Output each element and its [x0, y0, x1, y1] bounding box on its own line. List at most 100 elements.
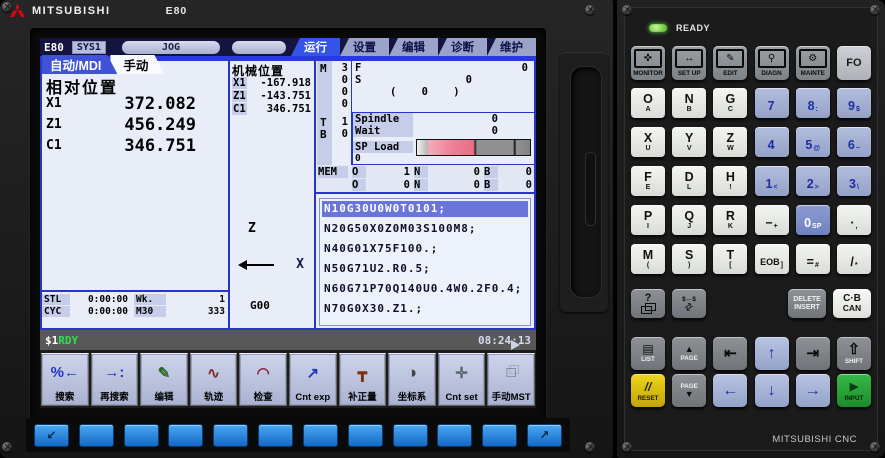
- key-G-C[interactable]: GC: [713, 88, 747, 118]
- tab-maintenance[interactable]: 维护: [487, 38, 536, 56]
- key-sub: $: [856, 106, 860, 113]
- key-M-paren-open[interactable]: M(: [631, 244, 665, 274]
- menu-left-key[interactable]: ↙: [34, 424, 69, 447]
- softkey-compensation[interactable]: ┳ 补正量: [339, 353, 387, 406]
- menu-right-key[interactable]: ↗: [527, 424, 562, 447]
- cursor-left-key[interactable]: ←: [713, 374, 747, 407]
- menu-key-10[interactable]: [482, 424, 517, 447]
- softkey-counter-set[interactable]: ✛ Cnt set: [438, 353, 486, 406]
- key-6-tilde[interactable]: 6~: [837, 127, 871, 157]
- model-label: E80: [166, 5, 188, 17]
- key-8-colon[interactable]: 8:: [796, 88, 830, 118]
- m-value: 3: [318, 62, 348, 74]
- diagnosis-key[interactable]: ⚲ DIAGN: [755, 46, 789, 80]
- menu-key-1[interactable]: [79, 424, 114, 447]
- key-main: G: [726, 93, 736, 105]
- edit-key[interactable]: ✎ EDIT: [713, 46, 747, 80]
- key-2-gt[interactable]: 2>: [796, 166, 830, 196]
- cursor-home-key[interactable]: ⇤: [713, 337, 747, 370]
- cursor-end-key[interactable]: ⇥: [796, 337, 830, 370]
- softkey-manual-mst[interactable]: □ 手动MST: [487, 353, 535, 406]
- key-eob[interactable]: EOB]: [755, 244, 789, 274]
- key-3-backslash[interactable]: 3\: [837, 166, 871, 196]
- delete-insert-key[interactable]: DELETE INSERT: [788, 289, 826, 318]
- list-key[interactable]: ▤ LIST: [631, 337, 665, 370]
- menu-key-4[interactable]: [213, 424, 248, 447]
- key-1-lt[interactable]: 1<: [755, 166, 789, 196]
- softkey-research[interactable]: →: 再搜索: [91, 353, 139, 406]
- subtab-auto-mdi[interactable]: 自动/MDI: [42, 55, 117, 74]
- subtab-manual[interactable]: 手动: [110, 55, 164, 74]
- key-main: =: [807, 256, 814, 268]
- softkey-coordinate-system[interactable]: ◑ 坐标系: [388, 353, 436, 406]
- check-path-icon: ◠: [257, 354, 270, 391]
- input-key[interactable]: ▶ INPUT: [837, 374, 871, 407]
- key-X-U[interactable]: XU: [631, 127, 665, 157]
- menu-key-8[interactable]: [393, 424, 428, 447]
- cursor-down-key[interactable]: ↓: [755, 374, 789, 407]
- menu-key-6[interactable]: [303, 424, 338, 447]
- program-line: N70G0X30.Z1.;: [322, 301, 528, 321]
- key-P-I[interactable]: PI: [631, 205, 665, 235]
- key-equals-hash[interactable]: =#: [796, 244, 830, 274]
- menu-key-5[interactable]: [258, 424, 293, 447]
- cancel-key[interactable]: C·B CAN: [833, 289, 871, 318]
- tab-run[interactable]: 运行: [291, 38, 340, 56]
- reset-key[interactable]: // RESET: [631, 374, 665, 407]
- tool-compensation-icon: ┳: [358, 354, 367, 391]
- tab-edit[interactable]: 编辑: [389, 38, 438, 56]
- softkey-search[interactable]: %← 搜索: [41, 353, 89, 406]
- key-Y-V[interactable]: YV: [672, 127, 706, 157]
- softkey-edit[interactable]: ✎ 编辑: [140, 353, 188, 406]
- magnifier-icon: ⚲: [758, 49, 786, 68]
- page-down-key[interactable]: PAGE ▼: [672, 374, 706, 407]
- cursor-up-key[interactable]: ↑: [755, 337, 789, 370]
- softkey-trace[interactable]: ∿ 轨迹: [190, 353, 238, 406]
- maintenance-key[interactable]: ⚙ MAINTE: [796, 46, 830, 80]
- key-4[interactable]: 4: [755, 127, 789, 157]
- key-label: LIST: [641, 356, 655, 363]
- monitor-key[interactable]: ✜ MONITOR: [631, 46, 665, 80]
- timer-time: 0:00:00: [70, 306, 128, 317]
- setup-key[interactable]: ↔ SET UP: [672, 46, 706, 80]
- page-up-key[interactable]: ▲ PAGE: [672, 337, 706, 370]
- menu-key-9[interactable]: [437, 424, 472, 447]
- softkey-label: 编辑: [154, 391, 173, 404]
- b-label: B: [484, 179, 498, 191]
- key-5-at[interactable]: 5@: [796, 127, 830, 157]
- program-line-selected: N10G30U0W0T0101;: [322, 201, 528, 217]
- key-slash-asterisk[interactable]: /*: [837, 244, 871, 274]
- key-7[interactable]: 7: [755, 88, 789, 118]
- softkey-counter-expand[interactable]: ↗ Cnt exp: [289, 353, 337, 406]
- key-minus-plus[interactable]: −+: [755, 205, 789, 235]
- key-Q-J[interactable]: QJ: [672, 205, 706, 235]
- tab-setup[interactable]: 设置: [340, 38, 389, 56]
- key-0-space[interactable]: 0SP: [796, 205, 830, 235]
- key-sub: B: [687, 106, 692, 113]
- key-H-exclaim[interactable]: H!: [713, 166, 747, 196]
- softkey-check[interactable]: ◠ 检查: [239, 353, 287, 406]
- menu-key-2[interactable]: [124, 424, 159, 447]
- key-Z-W[interactable]: ZW: [713, 127, 747, 157]
- help-key[interactable]: ?: [631, 289, 665, 318]
- key-main: Y: [685, 132, 693, 144]
- cursor-right-key[interactable]: →: [796, 374, 830, 407]
- key-main: F: [644, 171, 652, 183]
- key-R-K[interactable]: RK: [713, 205, 747, 235]
- o-value: 1: [366, 166, 410, 178]
- key-F-E[interactable]: FE: [631, 166, 665, 196]
- fo-key[interactable]: FO: [837, 46, 871, 80]
- key-period-comma[interactable]: ·,: [837, 205, 871, 235]
- shift-key[interactable]: ⇧ SHIFT: [837, 337, 871, 370]
- key-label: SHIFT: [845, 358, 863, 365]
- window-convert-key[interactable]: $↔$ ⇄: [672, 289, 706, 318]
- tab-diagnosis[interactable]: 诊断: [438, 38, 487, 56]
- key-S-paren-close[interactable]: S): [672, 244, 706, 274]
- key-T-bracket-open[interactable]: T[: [713, 244, 747, 274]
- menu-key-7[interactable]: [348, 424, 383, 447]
- key-O-A[interactable]: OA: [631, 88, 665, 118]
- key-9-dollar[interactable]: 9$: [837, 88, 871, 118]
- key-N-B[interactable]: NB: [672, 88, 706, 118]
- key-D-L[interactable]: DL: [672, 166, 706, 196]
- menu-key-3[interactable]: [168, 424, 203, 447]
